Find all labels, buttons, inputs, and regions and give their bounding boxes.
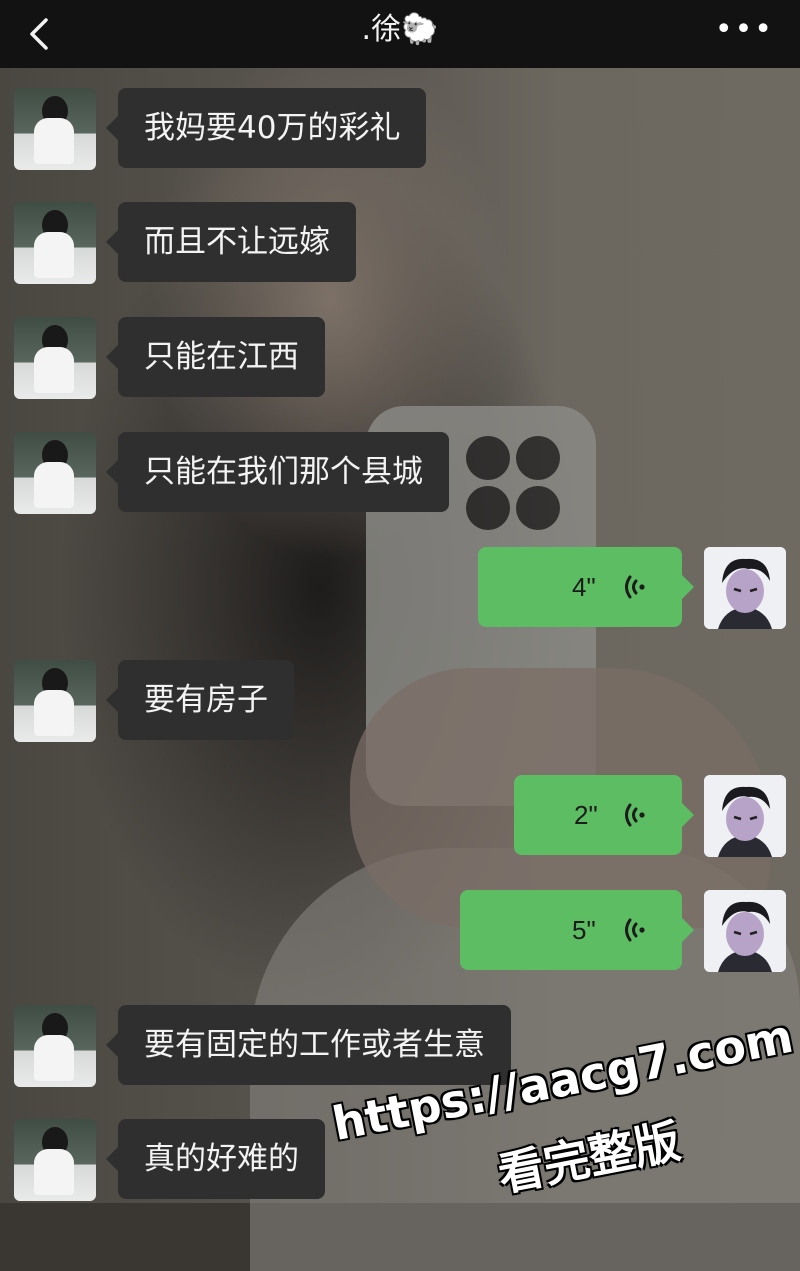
message-row: 只能在我们那个县城 xyxy=(0,430,800,514)
message-row: 2" xyxy=(0,773,800,857)
my-avatar[interactable] xyxy=(704,890,786,972)
text-bubble[interactable]: 只能在江西 xyxy=(106,317,325,397)
contact-avatar[interactable] xyxy=(14,317,96,399)
text-bubble[interactable]: 只能在我们那个县城 xyxy=(106,432,449,512)
message-row: 而且不让远嫁 xyxy=(0,200,800,284)
message-row: 5" xyxy=(0,888,800,972)
voice-wave-icon xyxy=(625,803,645,827)
contact-avatar[interactable] xyxy=(14,432,96,514)
message-row: 我妈要40万的彩礼 xyxy=(0,86,800,170)
text-bubble[interactable]: 我妈要40万的彩礼 xyxy=(105,88,427,168)
voice-message-bubble[interactable]: 2" xyxy=(514,775,694,855)
chat-header: .徐🐑 ••• xyxy=(0,0,800,68)
message-row: 4" xyxy=(0,545,800,629)
more-options-icon[interactable]: ••• xyxy=(715,15,774,45)
voice-message-bubble[interactable]: 4" xyxy=(478,547,694,627)
contact-avatar[interactable] xyxy=(14,660,96,742)
voice-duration: 5" xyxy=(572,915,596,945)
message-row: 只能在江西 xyxy=(0,315,800,399)
voice-duration: 2" xyxy=(574,800,598,830)
voice-wave-icon xyxy=(625,575,645,599)
contact-avatar[interactable] xyxy=(14,1005,96,1087)
text-bubble[interactable]: 要有房子 xyxy=(106,660,294,740)
voice-message-bubble[interactable]: 5" xyxy=(460,890,694,970)
chat-title: .徐🐑 xyxy=(361,12,439,47)
text-bubble[interactable]: 真的好难的 xyxy=(106,1119,325,1199)
message-row: 要有房子 xyxy=(0,658,800,742)
voice-duration: 4" xyxy=(572,572,596,602)
my-avatar[interactable] xyxy=(704,775,786,857)
voice-wave-icon xyxy=(625,918,645,942)
contact-avatar[interactable] xyxy=(14,88,96,170)
text-bubble[interactable]: 而且不让远嫁 xyxy=(106,202,356,282)
contact-avatar[interactable] xyxy=(14,202,96,284)
my-avatar[interactable] xyxy=(704,547,786,629)
contact-avatar[interactable] xyxy=(14,1119,96,1201)
